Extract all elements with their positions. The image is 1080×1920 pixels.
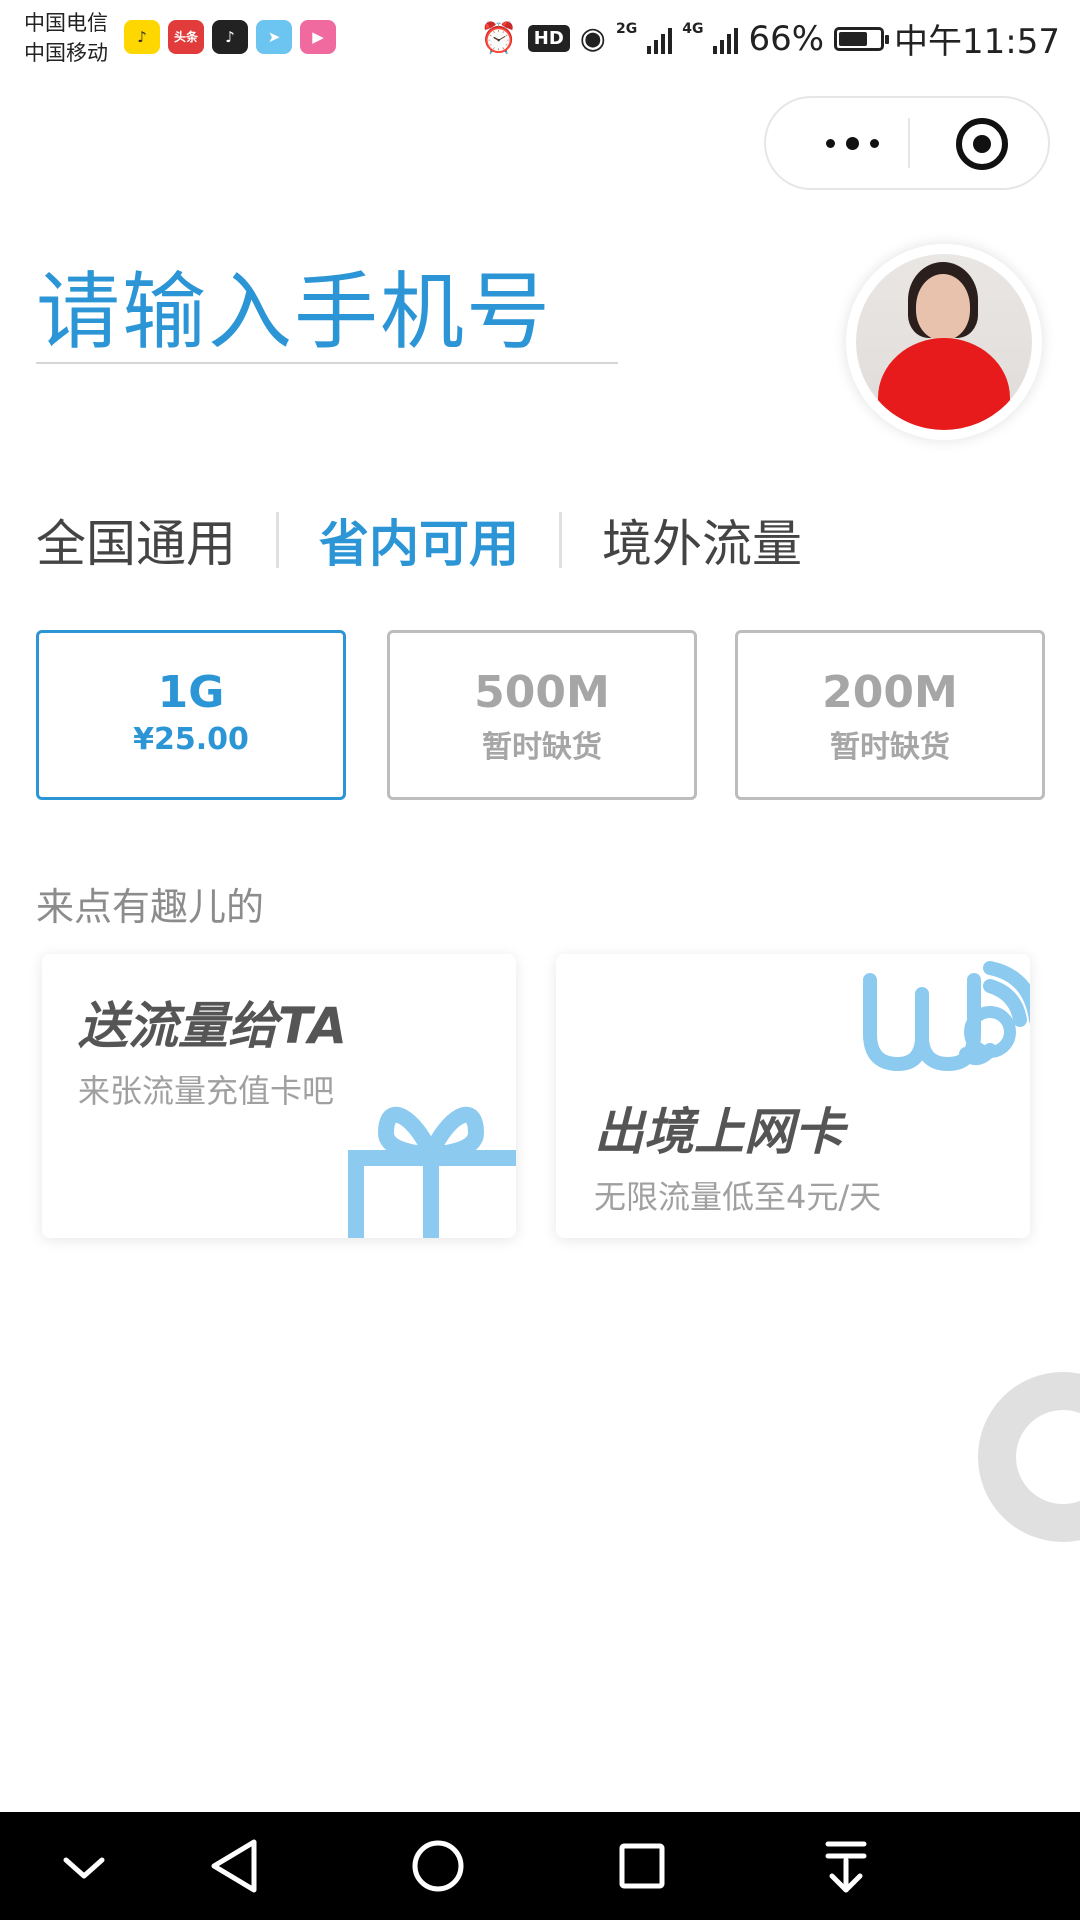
package-size: 1G: [157, 667, 225, 718]
music-app-icon: ♪: [124, 20, 160, 54]
status-bar: 中国电信 中国移动 ♪ 头条 ♪ ➤ ▶ ⏰ HD ◉ 2G 4G 66% 中午…: [0, 0, 1080, 80]
network-4g-label: 4G: [682, 20, 704, 37]
card-title: 出境上网卡: [594, 1103, 844, 1161]
package-status: 暂时缺货: [830, 730, 950, 765]
tiktok-app-icon: ♪: [212, 20, 248, 54]
toutiao-app-icon: 头条: [168, 20, 204, 54]
paper-plane-app-icon: ➤: [256, 20, 292, 54]
home-circle-icon[interactable]: [378, 1812, 498, 1920]
notification-pulldown-icon[interactable]: [786, 1812, 906, 1920]
miniprogram-capsule: [764, 96, 1050, 190]
carrier-info: 中国电信 中国移动: [24, 8, 108, 68]
gift-data-card[interactable]: 送流量给TA 来张流量充值卡吧: [42, 954, 516, 1238]
more-menu-icon[interactable]: [796, 98, 908, 188]
card-title: 送流量给TA: [78, 997, 347, 1055]
close-miniprogram-icon[interactable]: [956, 118, 1008, 170]
package-status: 暂时缺货: [482, 730, 602, 765]
signal-strength-icon-2: [713, 24, 739, 54]
tab-overseas[interactable]: 境外流量: [602, 504, 802, 576]
alarm-icon: ⏰: [480, 21, 518, 56]
phone-number-input[interactable]: [36, 262, 618, 364]
eye-icon: ◉: [579, 21, 606, 56]
package-price: ¥25.00: [133, 722, 249, 757]
gift-icon: [348, 1106, 516, 1238]
package-1g[interactable]: 1G ¥25.00: [36, 630, 346, 800]
package-500m[interactable]: 500M 暂时缺货: [387, 630, 697, 800]
hd-badge: HD: [527, 25, 570, 52]
we-wifi-icon: [863, 961, 1030, 1072]
tab-divider: [559, 512, 562, 568]
card-subtitle: 来张流量充值卡吧: [78, 1072, 335, 1110]
recent-apps-square-icon[interactable]: [582, 1812, 702, 1920]
package-size: 200M: [822, 667, 958, 718]
back-triangle-icon[interactable]: [174, 1812, 294, 1920]
package-200m[interactable]: 200M 暂时缺货: [735, 630, 1045, 800]
battery-icon: [834, 26, 890, 51]
status-indicators: ⏰ HD ◉ 2G 4G 66% 中午11:57: [480, 14, 1060, 63]
capsule-divider: [908, 118, 910, 168]
system-navigation-bar: [0, 1812, 1080, 1920]
overseas-card[interactable]: 出境上网卡 无限流量低至4元/天: [556, 954, 1030, 1238]
tab-nationwide[interactable]: 全国通用: [36, 504, 236, 576]
section-title: 来点有趣儿的: [36, 885, 265, 929]
network-2g-label: 2G: [615, 20, 638, 37]
coverage-tabs: 全国通用 省内可用 境外流量: [36, 500, 802, 580]
video-app-icon: ▶: [300, 20, 336, 54]
tab-divider: [276, 512, 279, 568]
hide-nav-chevron-icon[interactable]: [24, 1812, 144, 1920]
avatar-photo: [856, 254, 1032, 430]
notification-app-icons: ♪ 头条 ♪ ➤ ▶: [124, 20, 336, 54]
user-avatar[interactable]: [846, 244, 1042, 440]
carrier-2: 中国移动: [24, 41, 108, 65]
page: 中国电信 中国移动 ♪ 头条 ♪ ➤ ▶ ⏰ HD ◉ 2G 4G 66% 中午…: [0, 0, 1080, 1920]
carrier-1: 中国电信: [24, 11, 108, 35]
battery-percent: 66%: [748, 18, 825, 59]
clock: 中午11:57: [894, 22, 1060, 62]
tab-in-province[interactable]: 省内可用: [319, 504, 519, 576]
package-size: 500M: [474, 667, 610, 718]
floating-loading-ring[interactable]: [978, 1372, 1080, 1542]
signal-strength-icon: [647, 24, 673, 54]
card-subtitle: 无限流量低至4元/天: [594, 1178, 882, 1216]
